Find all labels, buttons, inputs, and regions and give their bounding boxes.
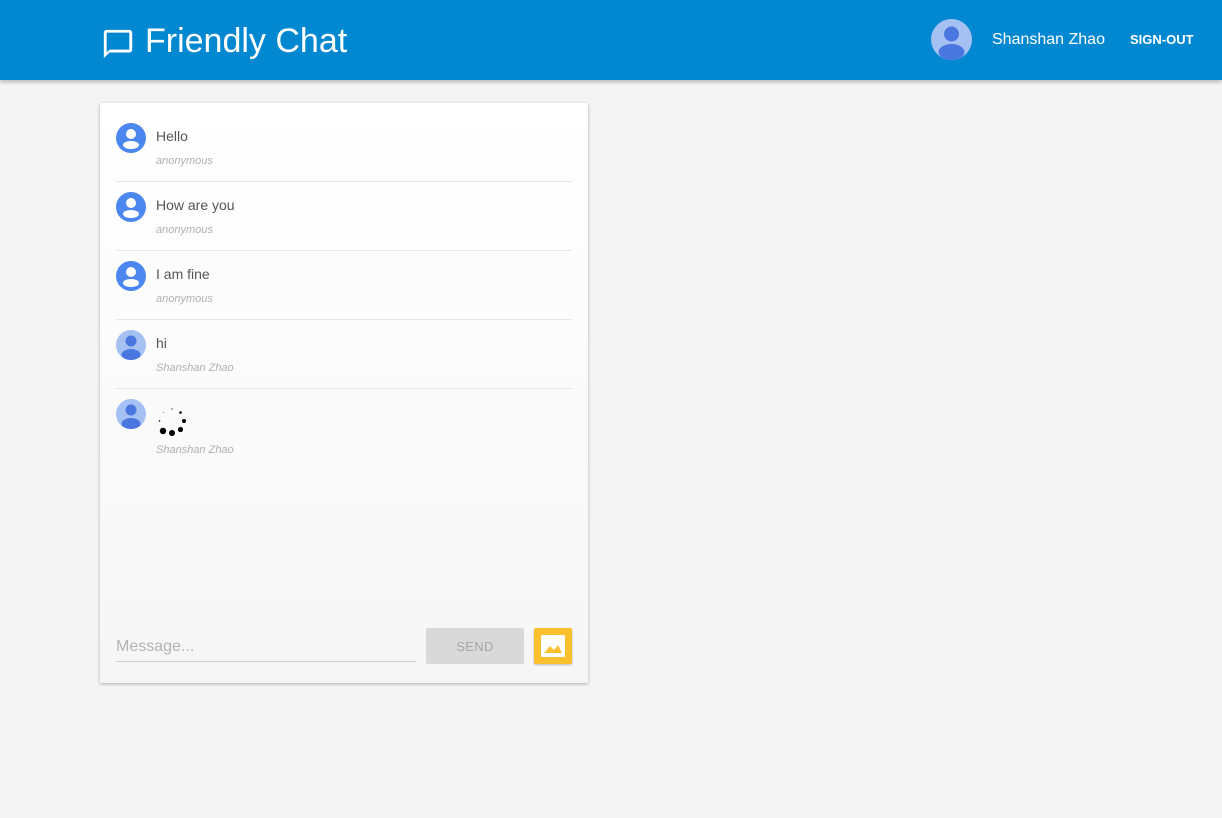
person-icon bbox=[123, 267, 139, 287]
message-author: anonymous bbox=[156, 155, 213, 167]
user-avatar bbox=[931, 19, 972, 60]
sign-out-button[interactable]: SIGN-OUT bbox=[1126, 26, 1198, 54]
message-item: hi Shanshan Zhao bbox=[116, 330, 572, 389]
person-icon bbox=[938, 26, 965, 60]
app-header: Friendly Chat Shanshan Zhao SIGN-OUT bbox=[0, 0, 1222, 80]
upload-image-button[interactable] bbox=[534, 628, 572, 664]
person-icon bbox=[121, 404, 141, 429]
chat-bubble-icon bbox=[103, 29, 133, 59]
spinner-icon bbox=[158, 408, 186, 436]
message-author: Shanshan Zhao bbox=[156, 444, 234, 456]
person-icon bbox=[123, 198, 139, 218]
message-author: Shanshan Zhao bbox=[156, 362, 234, 374]
message-text: How are you bbox=[156, 197, 235, 213]
avatar bbox=[116, 123, 146, 153]
person-icon bbox=[123, 129, 139, 149]
divider bbox=[116, 319, 572, 320]
app-title: Friendly Chat bbox=[145, 22, 348, 60]
divider bbox=[116, 181, 572, 182]
avatar bbox=[116, 261, 146, 291]
image-icon bbox=[541, 635, 565, 657]
person-icon bbox=[121, 335, 141, 360]
avatar bbox=[116, 330, 146, 360]
user-name: Shanshan Zhao bbox=[992, 31, 1105, 48]
message-text: Hello bbox=[156, 128, 188, 144]
message-item: How are you anonymous bbox=[116, 192, 572, 251]
message-item: Shanshan Zhao bbox=[116, 399, 572, 459]
message-text: hi bbox=[156, 335, 167, 351]
divider bbox=[116, 250, 572, 251]
avatar bbox=[116, 192, 146, 222]
message-author: anonymous bbox=[156, 224, 213, 236]
message-text: I am fine bbox=[156, 266, 210, 282]
message-input[interactable] bbox=[116, 633, 416, 662]
divider bbox=[116, 388, 572, 389]
messages-card: Hello anonymous How are you anonymous I … bbox=[100, 103, 588, 683]
message-author: anonymous bbox=[156, 293, 213, 305]
avatar bbox=[116, 399, 146, 429]
message-item: I am fine anonymous bbox=[116, 261, 572, 320]
message-item: Hello anonymous bbox=[116, 123, 572, 182]
send-button[interactable]: SEND bbox=[426, 628, 524, 664]
